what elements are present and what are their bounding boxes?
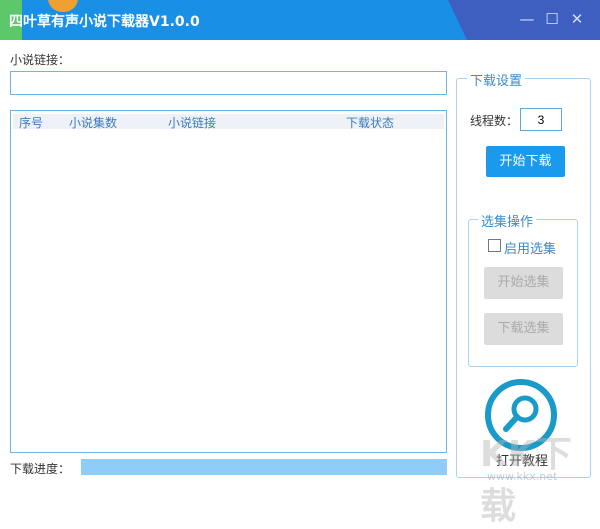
column-header-link[interactable]: 小说链接 — [168, 114, 216, 131]
enable-selection-label[interactable]: 启用选集 — [504, 238, 556, 257]
window-title: 四叶草有声小说下载器V1.0.0 — [9, 14, 200, 30]
threads-label: 线程数： — [470, 114, 519, 128]
threads-input[interactable] — [520, 108, 562, 131]
chapter-list[interactable]: 序号 小说集数 小说链接 下载状态 — [10, 110, 447, 453]
close-button[interactable]: ✕ — [568, 10, 586, 28]
column-header-status[interactable]: 下载状态 — [346, 114, 394, 131]
column-header-episode[interactable]: 小说集数 — [69, 114, 117, 131]
start-select-button[interactable]: 开始选集 — [484, 267, 563, 299]
url-input[interactable] — [10, 71, 447, 95]
download-progress-bar — [81, 459, 447, 475]
enable-selection-checkbox[interactable] — [488, 239, 501, 252]
minimize-button[interactable]: — — [518, 10, 536, 28]
start-download-button[interactable]: 开始下载 — [486, 146, 565, 177]
maximize-button[interactable]: ☐ — [543, 10, 561, 28]
download-settings-title: 下载设置 — [467, 70, 526, 89]
selection-title: 选集操作 — [478, 211, 537, 230]
progress-label: 下载进度： — [10, 462, 71, 476]
url-label: 小说链接： — [10, 53, 71, 67]
watermark-url: www.kkx.net — [487, 470, 558, 483]
list-header: 序号 小说集数 小说链接 下载状态 — [13, 114, 444, 131]
column-header-index[interactable]: 序号 — [19, 114, 43, 131]
download-select-button[interactable]: 下载选集 — [484, 313, 563, 345]
title-bar: 四叶草有声小说下载器V1.0.0 — ☐ ✕ — [0, 0, 600, 40]
